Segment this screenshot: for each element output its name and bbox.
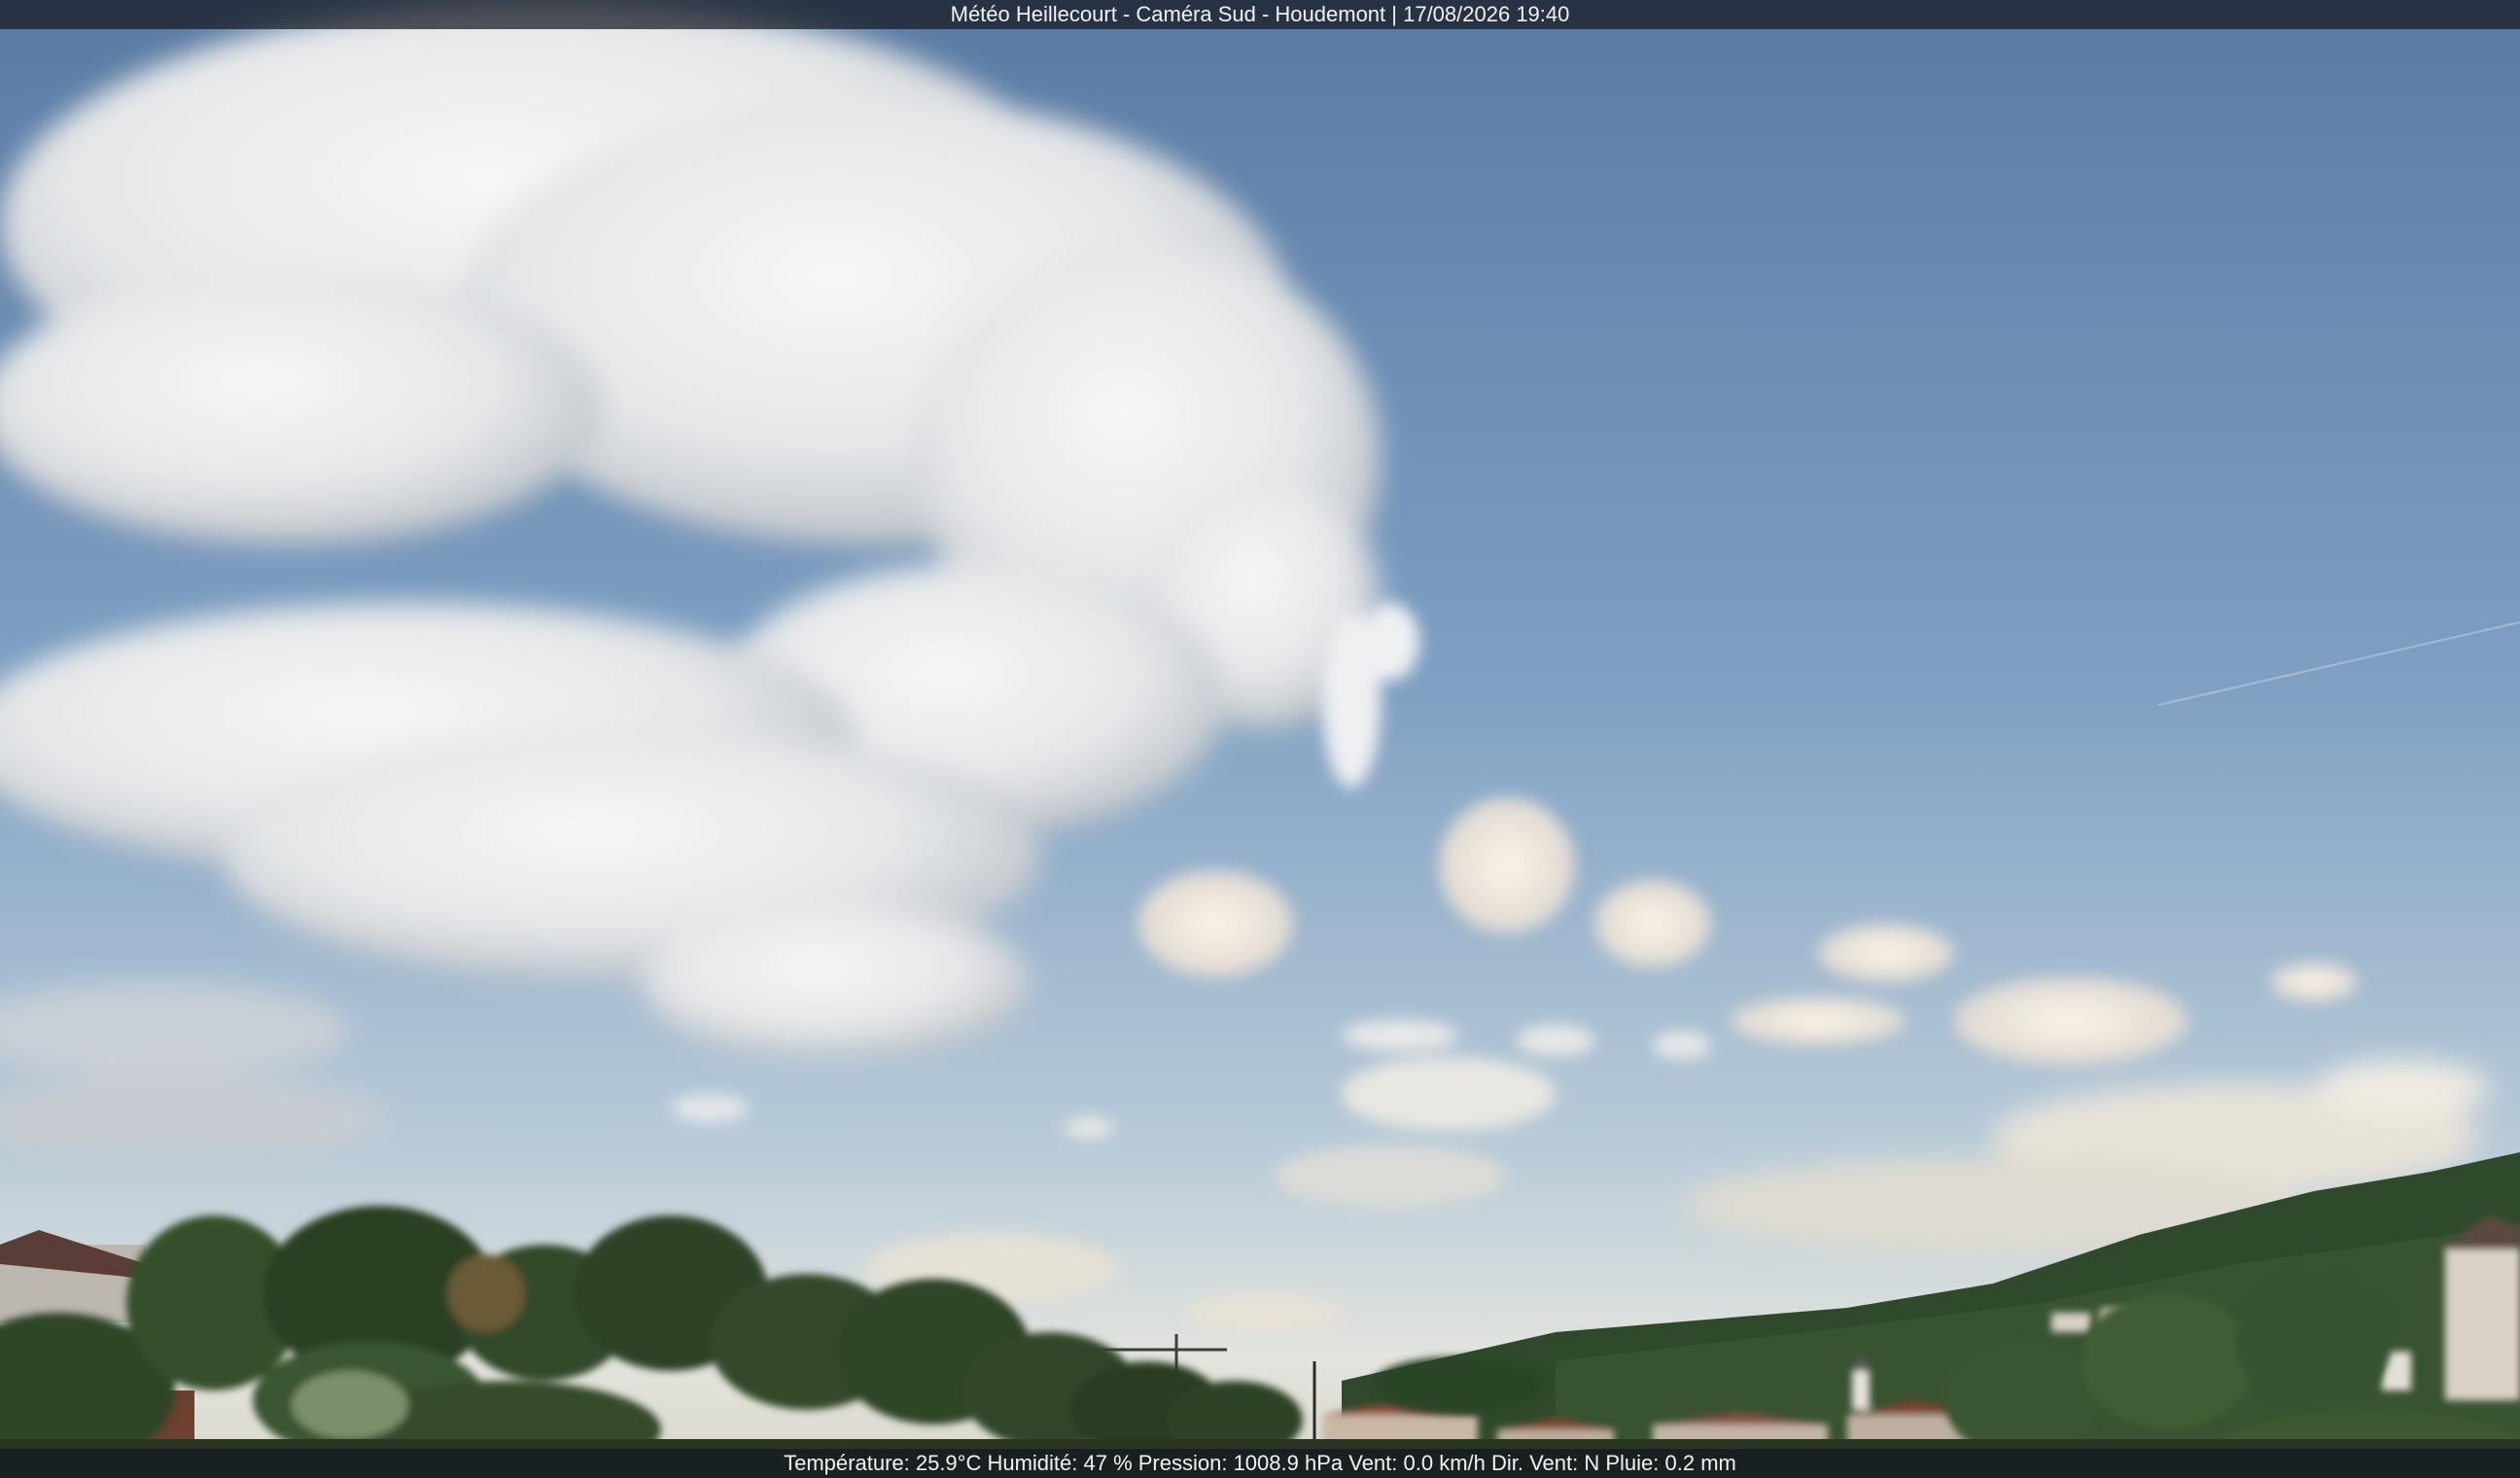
sky-landscape-image [0,0,2520,1478]
camera-title: Météo Heillecourt - Caméra Sud - Houdemo… [950,2,1570,26]
title-overlay-bar: Météo Heillecourt - Caméra Sud - Houdemo… [0,0,2520,29]
weather-readings: Température: 25.9°C Humidité: 47 % Press… [784,1451,1736,1475]
webcam-frame: Météo Heillecourt - Caméra Sud - Houdemo… [0,0,2520,1478]
weather-readings-bar: Température: 25.9°C Humidité: 47 % Press… [0,1449,2520,1478]
